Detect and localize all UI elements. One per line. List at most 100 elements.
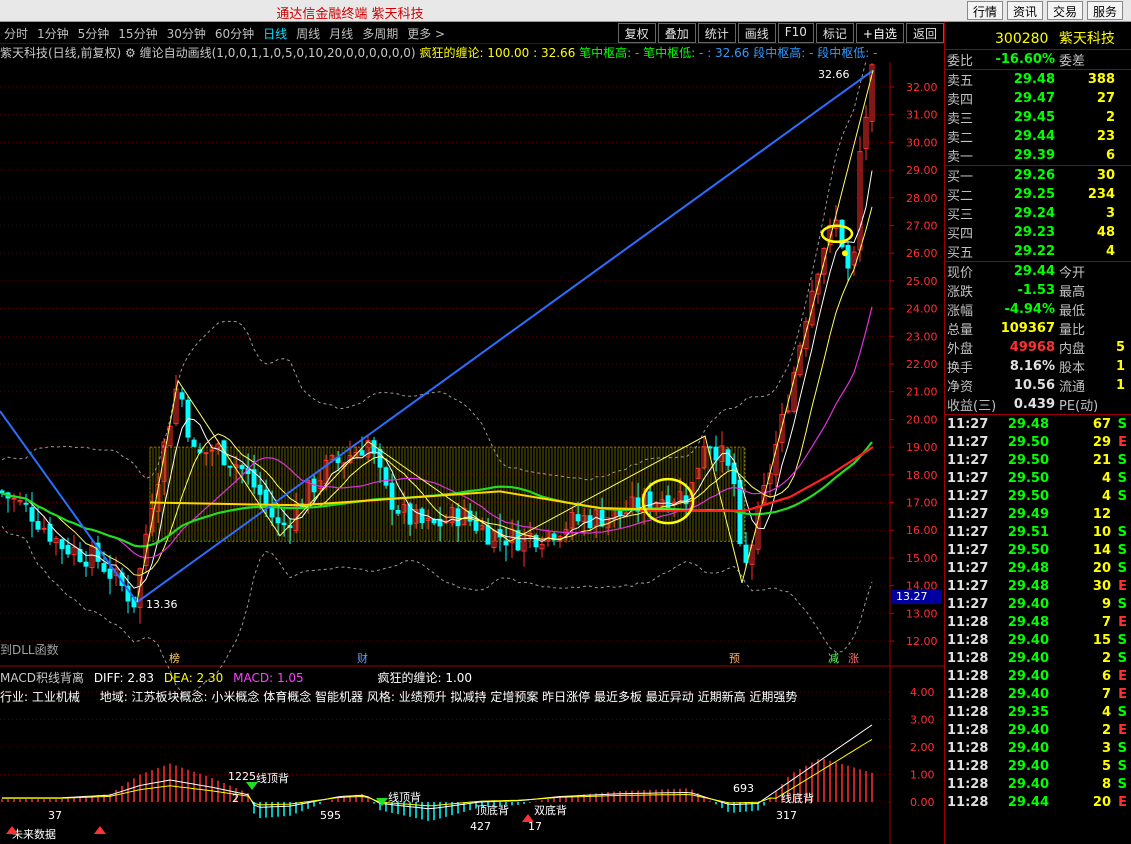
stat-label-2: 股本: [1059, 361, 1086, 376]
tick-flag: S: [1117, 740, 1127, 756]
tab-monthly[interactable]: 月线: [329, 25, 353, 42]
tick-price: 29.40: [1007, 632, 1049, 648]
tick-time: 11:27: [947, 578, 989, 594]
trade-button[interactable]: 交易: [1046, 1, 1083, 20]
high-price-label: 32.66: [818, 68, 850, 81]
tick-price: 29.40: [1007, 740, 1049, 756]
tab-multi-period[interactable]: 多周期: [362, 25, 398, 42]
tick-row: 11:28 29.44 20 E: [945, 793, 1131, 811]
band-upper: [1, 62, 867, 481]
kline-chart[interactable]: 32.00 31.00 30.00 29.00 28.00 27.00 26.00 25.00…: [0, 62, 944, 844]
macd-label: 693: [733, 782, 754, 795]
service-button[interactable]: 服务: [1086, 1, 1123, 20]
period-toolbar: 分时 1分钟 5分钟 15分钟 30分钟 60分钟 日线 周线 月线 多周期 更…: [0, 22, 944, 44]
sell-order-row: 卖五 29.48 388: [945, 70, 1131, 89]
tick-time: 11:27: [947, 416, 989, 432]
tab-1min[interactable]: 1分钟: [37, 25, 69, 42]
tick-price: 29.44: [1007, 794, 1049, 810]
y-tick-label: 24.00: [906, 303, 938, 316]
macd-title[interactable]: MACD积线背离: [0, 671, 84, 685]
tab-more[interactable]: 更多 >: [407, 25, 445, 42]
stat-value: 0.439: [1013, 397, 1055, 412]
tab-daily[interactable]: 日线: [263, 25, 287, 42]
industry-label: 行业: 工业机械: [0, 690, 80, 704]
buy-signal-triangle: [94, 826, 106, 834]
down-candle: [599, 509, 605, 527]
y-tick-label: 19.00: [906, 441, 938, 454]
tick-flag: S: [1117, 758, 1127, 774]
stats-button[interactable]: 统计: [697, 23, 736, 43]
y-tick-label: 32.00: [906, 81, 938, 94]
tick-row: 11:28 29.40 8 S: [945, 775, 1131, 793]
down-candle: [281, 522, 287, 526]
stat-label-2: 流通: [1059, 380, 1086, 395]
macd-y-tick: 1.00: [910, 769, 935, 782]
stat-value-2: 1: [1115, 378, 1125, 393]
quote-stats: 现价 29.44 今开 涨跌 -1.53 最高 涨幅 -4.94% 最低 总量 109367 量比 外盘…: [945, 261, 1131, 414]
tick-row: 11:27 29.50 4 S: [945, 487, 1131, 505]
macd-label: 37: [48, 809, 62, 822]
back-button[interactable]: 返回: [905, 23, 944, 43]
mark-button[interactable]: 标记: [815, 23, 854, 43]
tick-row: 11:27 29.50 4 S: [945, 469, 1131, 487]
order-label: 买四: [947, 227, 974, 242]
y-tick-label: 26.00: [906, 247, 938, 260]
buy-order-row: 买一 29.26 30: [945, 166, 1131, 185]
tab-weekly[interactable]: 周线: [296, 25, 320, 42]
down-candle: [503, 540, 509, 546]
order-volume: 234: [1087, 187, 1115, 202]
order-price: 29.45: [1013, 110, 1055, 125]
tick-flag: S: [1117, 452, 1127, 468]
quote-button[interactable]: 行情: [966, 1, 1003, 20]
tab-60min[interactable]: 60分钟: [215, 25, 254, 42]
tick-volume: 4: [1101, 470, 1111, 486]
tick-flag: S: [1117, 470, 1127, 486]
down-candle: [575, 514, 581, 522]
tick-row: 11:27 29.51 10 S: [945, 523, 1131, 541]
up-candle: [11, 497, 17, 500]
add-watchlist-button[interactable]: +自选: [855, 23, 904, 43]
overlay-button[interactable]: 叠加: [657, 23, 696, 43]
adjust-button[interactable]: 复权: [617, 23, 656, 43]
tick-time: 11:27: [947, 596, 989, 612]
tick-flag: S: [1117, 488, 1127, 504]
macd-label: 1225: [228, 770, 256, 783]
stat-label-2: 最低: [1059, 304, 1086, 319]
tab-15min[interactable]: 15分钟: [118, 25, 157, 42]
tab-5min[interactable]: 5分钟: [78, 25, 110, 42]
sell-orders: 卖五 29.48 388 卖四 29.47 27 卖三 29.45 2 卖二 29.44 23 卖一 29…: [945, 69, 1131, 165]
tick-volume: 30: [1092, 578, 1111, 594]
formula-name[interactable]: 缠论自动画线(1,0,0,1,1,0,5,0,10,20,0,0,0,0,0,0…: [140, 46, 416, 60]
tab-30min[interactable]: 30分钟: [167, 25, 206, 42]
tick-volume: 14: [1092, 542, 1111, 558]
tick-time: 11:28: [947, 722, 989, 738]
f10-button[interactable]: F10: [777, 23, 814, 43]
macd-label: 线顶背: [388, 790, 421, 804]
tick-price: 29.48: [1007, 614, 1049, 630]
tick-time: 11:28: [947, 686, 989, 702]
order-label: 卖五: [947, 74, 974, 89]
stat-row: 换手 8.16% 股本 1: [945, 357, 1131, 376]
candlesticks: [0, 63, 875, 624]
draw-button[interactable]: 画线: [737, 23, 776, 43]
tab-timeshare[interactable]: 分时: [4, 25, 28, 42]
tick-price: 29.49: [1007, 506, 1049, 522]
tick-price: 29.50: [1007, 434, 1049, 450]
tick-price: 29.40: [1007, 776, 1049, 792]
down-candle: [359, 450, 365, 456]
order-price: 29.23: [1013, 225, 1055, 240]
tick-flag: E: [1118, 668, 1127, 684]
tick-flag: S: [1117, 776, 1127, 792]
tick-volume: 8: [1101, 776, 1111, 792]
formula-gear-icon[interactable]: ⚙: [125, 46, 136, 60]
indicator-info-line: 紫天科技(日线,前复权) ⚙ 缠论自动画线(1,0,0,1,1,0,5,0,10…: [0, 44, 890, 62]
tick-time: 11:27: [947, 488, 989, 504]
stat-row: 总量 109367 量比: [945, 319, 1131, 338]
macd-y-tick: 4.00: [910, 686, 935, 699]
tick-volume: 9: [1101, 596, 1111, 612]
down-candle: [101, 563, 107, 572]
tick-time: 11:28: [947, 650, 989, 666]
sell-order-row: 卖二 29.44 23: [945, 127, 1131, 146]
tick-list[interactable]: 11:27 29.48 67 S 11:27 29.50 29 E 11:27 29.50 21 S 1…: [945, 414, 1131, 811]
news-button[interactable]: 资讯: [1006, 1, 1043, 20]
